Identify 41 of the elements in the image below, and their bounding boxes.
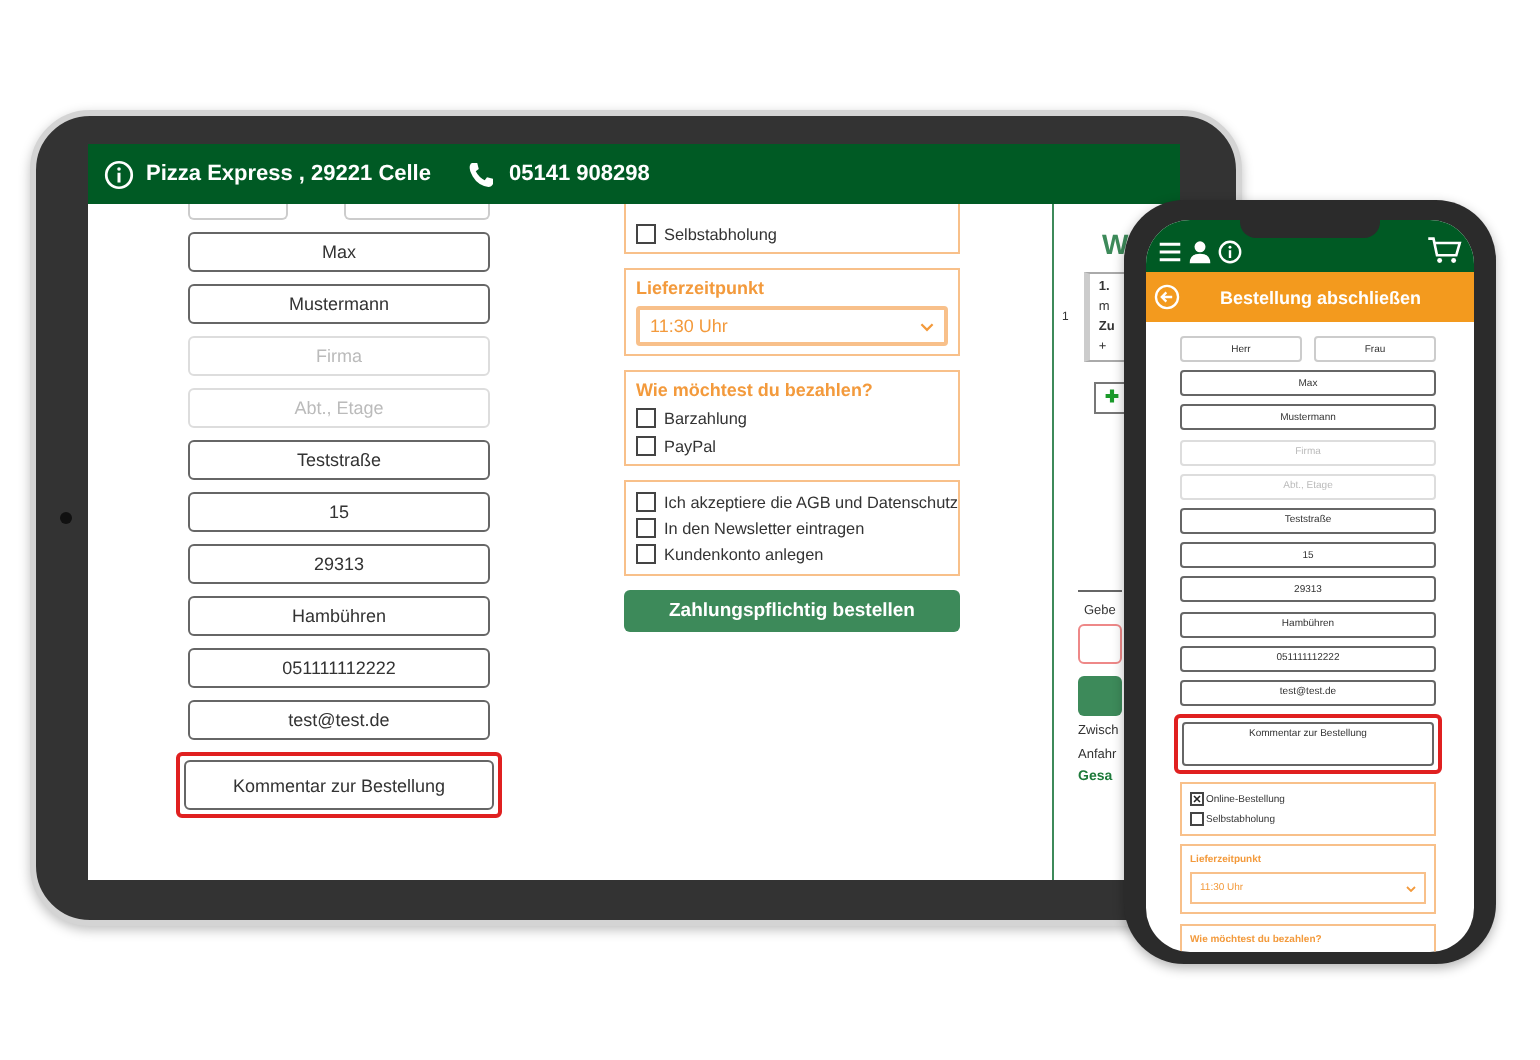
checkbox[interactable] xyxy=(1190,812,1204,827)
phone-number: 05141 908298 xyxy=(508,162,650,186)
checkbox[interactable] xyxy=(636,436,656,456)
section-title: Lieferzeitpunkt xyxy=(636,278,767,298)
input-field[interactable]: Mustermann xyxy=(188,284,490,324)
input-field[interactable]: test@test.de xyxy=(188,700,490,740)
input-field[interactable]: Teststraße xyxy=(188,440,490,480)
checkbox[interactable] xyxy=(636,408,656,428)
order-button[interactable]: Zahlungspflichtig bestellen xyxy=(624,590,960,632)
input-field[interactable]: 051111112222 xyxy=(188,648,490,688)
input-field[interactable]: 29313 xyxy=(188,544,490,584)
checkbox[interactable] xyxy=(636,492,656,512)
chevron-icon xyxy=(1406,885,1416,892)
option-label: In den Newsletter eintragen xyxy=(664,519,865,537)
option-label: Ich akzeptiere die AGB und Datenschutz xyxy=(664,493,959,511)
cart-icon[interactable] xyxy=(1426,236,1462,264)
input-field[interactable]: Max xyxy=(188,232,490,272)
voucher-field[interactable] xyxy=(1078,624,1122,664)
option-label: Kundenkonto anlegen xyxy=(664,545,824,563)
info-icon[interactable] xyxy=(104,159,134,189)
checkbox[interactable] xyxy=(636,544,656,564)
shop-name: Pizza Express , 29221 Celle xyxy=(146,162,431,186)
option-label: PayPal xyxy=(664,437,716,455)
chevron-icon xyxy=(920,321,934,331)
info-icon[interactable] xyxy=(1218,240,1242,264)
page-title: Bestellung abschließen xyxy=(1220,287,1422,307)
input-field[interactable]: 15 xyxy=(188,492,490,532)
menu-icon[interactable] xyxy=(1158,240,1182,264)
option-label: Selbstabholung xyxy=(664,225,777,243)
phone-icon xyxy=(466,159,497,189)
plus-icon xyxy=(1104,386,1120,406)
phone-notch xyxy=(1240,220,1380,238)
comment-field[interactable]: Kommentar zur Bestellung xyxy=(184,760,494,810)
checkbox[interactable] xyxy=(636,224,656,244)
input-field[interactable]: Hambühren xyxy=(188,596,490,636)
checkbox[interactable] xyxy=(1190,792,1204,807)
option-label: Barzahlung xyxy=(664,409,747,427)
checkbox[interactable] xyxy=(636,518,656,538)
section-title: Wie möchtest du bezahlen? xyxy=(636,380,875,400)
camera-dot xyxy=(60,512,72,524)
user-icon[interactable] xyxy=(1188,240,1212,264)
